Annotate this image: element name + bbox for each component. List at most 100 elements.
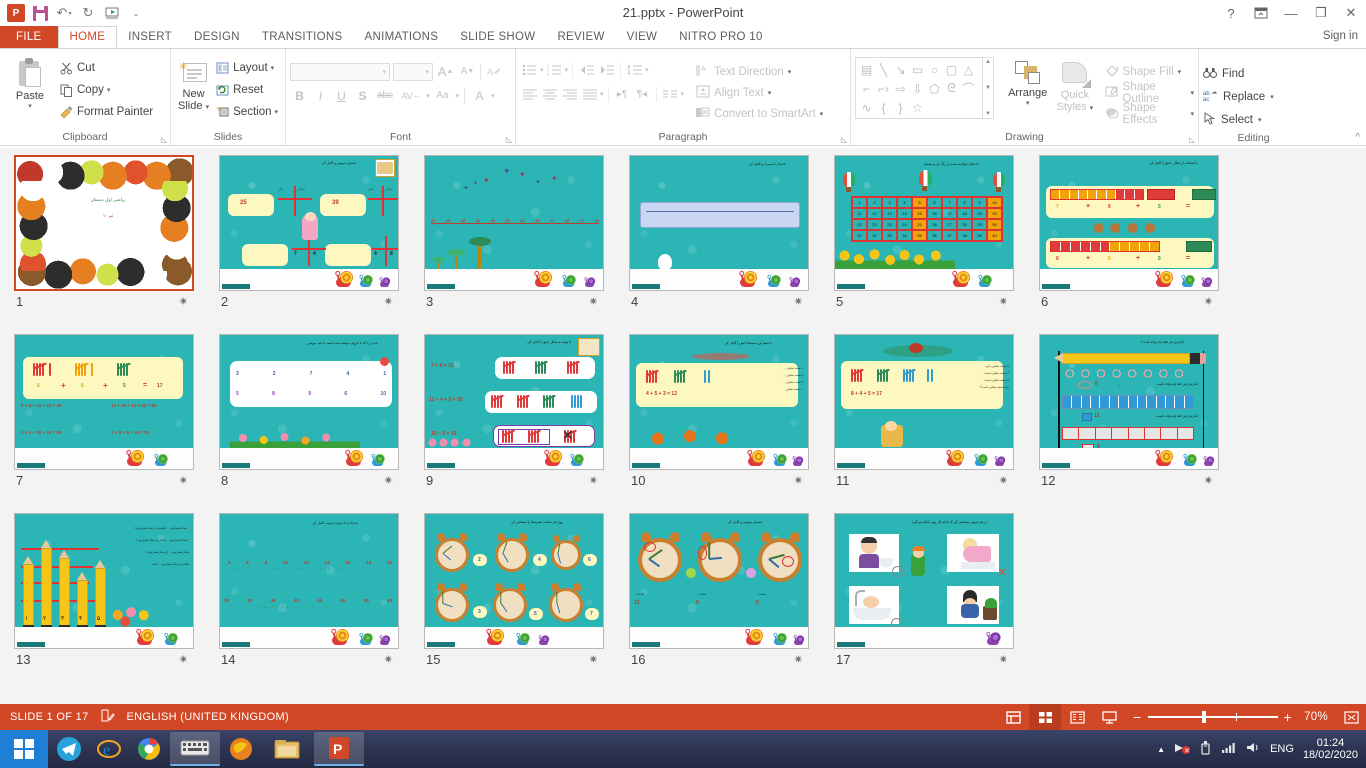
slide-cell-10[interactable]: با شمارش دسته‌ها جمع را کامل کن 4 + 5 + … bbox=[629, 334, 834, 513]
slide-thumbnail-12[interactable]: اندازه‌ی هر خط چند واحد است؟ 6 = اندازه‌… bbox=[1039, 334, 1219, 470]
network-error-icon[interactable]: ✕ bbox=[1174, 741, 1190, 758]
redo-icon[interactable]: ↻ bbox=[76, 2, 100, 24]
slide-cell-16[interactable]: بشمار، بنویس و کامل کن ساعت 12 ساعت bbox=[629, 513, 834, 692]
select-button[interactable]: Select▾ bbox=[1203, 108, 1261, 131]
slide-cell-8[interactable]: عددی را که با حروف نوشته شده است با عدد … bbox=[219, 334, 424, 513]
shape-outline-button[interactable]: Shape Outline▾ bbox=[1105, 82, 1194, 103]
slide-cell-17[interactable]: در هر تصویر مشخص کن که کدام کار بهتر انج… bbox=[834, 513, 1039, 692]
left-brace-shape-icon[interactable]: { bbox=[875, 98, 892, 117]
zoom-slider-track[interactable] bbox=[1148, 716, 1278, 718]
slide-thumbnail-5[interactable]: عددهای خواسته شده را رنگ کن و بشمار 1 2 … bbox=[834, 155, 1014, 291]
elbow-arrow-icon[interactable]: ⌐› bbox=[875, 79, 892, 98]
font-size-input[interactable]: ▾ bbox=[393, 63, 433, 81]
fit-to-window-button[interactable] bbox=[1336, 704, 1366, 730]
paste-dropdown-caret[interactable]: ▾ bbox=[28, 102, 32, 110]
slide-animation-icon-5[interactable]: ✷ bbox=[999, 295, 1008, 308]
arrange-button[interactable]: Arrange ▾ bbox=[1004, 57, 1051, 107]
slide-thumbnail-14[interactable]: عددها را با ترتیب درست کامل کن 46 810 12… bbox=[219, 513, 399, 649]
pentagon-shape-icon[interactable]: ⬠ bbox=[926, 79, 943, 98]
slide-thumbnail-9[interactable]: با توجه به شکل جمع را کامل کن 7 + 8 = 15 bbox=[424, 334, 604, 470]
telegram-icon[interactable] bbox=[50, 730, 88, 768]
slide-thumbnail-1[interactable]: ریاضی اول دبستان تم ۱۰ bbox=[14, 155, 194, 291]
zoom-in-button[interactable]: + bbox=[1284, 709, 1292, 725]
usb-icon[interactable] bbox=[1199, 740, 1212, 758]
slide-cell-2[interactable]: بشمار، بنویس و کامل کن 25 39 bbox=[219, 155, 424, 334]
justify-button[interactable] bbox=[580, 85, 599, 103]
ltr-text-direction-button[interactable]: ▸¶ bbox=[613, 85, 632, 103]
triangle-shape-icon[interactable]: △ bbox=[960, 60, 977, 79]
shapes-gallery[interactable]: ▤ ╲ ↘ ▭ ○ ▢ △ ⌐ ⌐› ⇨ ⇩ ⬠ ᘓ ⌒ ∿ { } bbox=[855, 57, 983, 119]
reset-button[interactable]: Reset bbox=[212, 79, 281, 101]
slide-animation-icon-3[interactable]: ✷ bbox=[589, 295, 598, 308]
numbering-button[interactable]: 123 bbox=[545, 61, 564, 79]
slide-thumbnail-16[interactable]: بشمار، بنویس و کامل کن ساعت 12 ساعت bbox=[629, 513, 809, 649]
slide-animation-icon-15[interactable]: ✷ bbox=[589, 653, 598, 666]
tab-view[interactable]: VIEW bbox=[616, 26, 669, 48]
paste-button[interactable]: Paste ▾ bbox=[4, 52, 56, 110]
arrange-caret[interactable]: ▾ bbox=[1026, 99, 1030, 107]
slide-cell-4[interactable]: عددها را شمرده و کامل کن 4 ✷ bbox=[629, 155, 834, 334]
align-center-button[interactable] bbox=[540, 85, 559, 103]
curve-shape-icon[interactable]: ⌒ bbox=[960, 79, 977, 98]
language-indicator[interactable]: ENGLISH (UNITED KINGDOM) bbox=[127, 711, 289, 723]
layout-button[interactable]: Layout ▾ bbox=[212, 57, 281, 79]
clock[interactable]: 01:24 18/02/2020 bbox=[1303, 737, 1358, 761]
slide-cell-9[interactable]: با توجه به شکل جمع را کامل کن 7 + 8 = 15 bbox=[424, 334, 629, 513]
slide-thumbnail-17[interactable]: در هر تصویر مشخص کن که کدام کار بهتر انج… bbox=[834, 513, 1014, 649]
slide-animation-icon-16[interactable]: ✷ bbox=[794, 653, 803, 666]
tab-file[interactable]: FILE bbox=[0, 26, 58, 48]
new-slide-button[interactable]: ✳ New Slide ▾ bbox=[175, 52, 212, 114]
tab-review[interactable]: REVIEW bbox=[546, 26, 615, 48]
slide-cell-14[interactable]: عددها را با ترتیب درست کامل کن 46 810 12… bbox=[219, 513, 424, 692]
down-arrow-shape-icon[interactable]: ⇩ bbox=[909, 79, 926, 98]
tab-slide-show[interactable]: SLIDE SHOW bbox=[449, 26, 546, 48]
close-button[interactable]: ✕ bbox=[1336, 0, 1366, 26]
line-spacing-button[interactable] bbox=[625, 61, 644, 79]
section-caret[interactable]: ▾ bbox=[274, 108, 278, 116]
grow-font-button[interactable]: A▲ bbox=[436, 62, 455, 81]
tab-animations[interactable]: ANIMATIONS bbox=[354, 26, 450, 48]
volume-icon[interactable] bbox=[1246, 741, 1261, 757]
collapse-ribbon-icon[interactable]: ^ bbox=[1355, 132, 1360, 143]
align-right-button[interactable] bbox=[560, 85, 579, 103]
change-case-caret[interactable]: ▾ bbox=[456, 92, 460, 100]
freeform-shape-icon[interactable]: ᘓ bbox=[943, 79, 960, 98]
slide-cell-3[interactable]: ✦ ✦ ✦ ✦ ✦ ✦ ✦ 4745 4341 393 bbox=[424, 155, 629, 334]
line-spacing-caret[interactable]: ▾ bbox=[645, 66, 649, 74]
sign-in-link[interactable]: Sign in bbox=[1323, 30, 1358, 42]
numbering-caret[interactable]: ▾ bbox=[565, 66, 569, 74]
slide-animation-icon-14[interactable]: ✷ bbox=[384, 653, 393, 666]
quick-styles-button[interactable]: Quick Styles ▾ bbox=[1051, 57, 1098, 115]
customize-qat-icon[interactable]: ⌄ bbox=[124, 2, 148, 24]
slide-animation-icon-8[interactable]: ✷ bbox=[384, 474, 393, 487]
slideshow-button[interactable] bbox=[1093, 704, 1125, 730]
slide-animation-icon-13[interactable]: ✷ bbox=[179, 653, 188, 666]
slide-thumbnail-7[interactable]: 6 + 6 + 5 = 17 5 + 5 + 10 + 10 = 30 10 +… bbox=[14, 334, 194, 470]
slide-thumbnail-6[interactable]: با استفاده از شکل، جمع را کامل کن bbox=[1039, 155, 1219, 291]
powerpoint-icon[interactable]: P bbox=[314, 732, 364, 766]
font-name-input[interactable]: ▾ bbox=[290, 63, 390, 81]
rectangle-shape-icon[interactable]: ▭ bbox=[909, 60, 926, 79]
shapes-gallery-scrollbar[interactable]: ▲ ▼ ▼ bbox=[983, 57, 994, 119]
slide-cell-11[interactable]: 8 + 4 + 5 = 17 ۵ دسته ده‌تایی دارد.۴ دست… bbox=[834, 334, 1039, 513]
bullets-caret[interactable]: ▾ bbox=[540, 66, 544, 74]
gallery-scroll-up-icon[interactable]: ▲ bbox=[985, 59, 991, 65]
character-spacing-button[interactable]: AV↔ bbox=[398, 86, 424, 105]
font-dialog-launcher[interactable]: ◺ bbox=[506, 135, 512, 144]
normal-view-button[interactable] bbox=[997, 704, 1029, 730]
text-direction-button[interactable]: A Text Direction▾ bbox=[696, 61, 823, 82]
copy-button[interactable]: Copy ▾ bbox=[56, 79, 156, 101]
increase-indent-button[interactable] bbox=[597, 61, 616, 79]
elbow-connector-icon[interactable]: ⌐ bbox=[858, 79, 875, 98]
powerpoint-logo-icon[interactable]: P bbox=[4, 2, 28, 24]
internet-explorer-icon[interactable]: e bbox=[90, 730, 128, 768]
slide-cell-6[interactable]: با استفاده از شکل، جمع را کامل کن bbox=[1039, 155, 1244, 334]
slide-animation-icon-17[interactable]: ✷ bbox=[999, 653, 1008, 666]
paragraph-dialog-launcher[interactable]: ◺ bbox=[841, 135, 847, 144]
gallery-more-icon[interactable]: ▼ bbox=[985, 111, 991, 117]
columns-caret[interactable]: ▾ bbox=[681, 90, 685, 98]
decrease-indent-button[interactable] bbox=[577, 61, 596, 79]
clipboard-dialog-launcher[interactable]: ◺ bbox=[161, 135, 167, 144]
slide-animation-icon-1[interactable]: ✷ bbox=[179, 295, 188, 308]
shape-effects-button[interactable]: Shape Effects▾ bbox=[1105, 103, 1194, 124]
